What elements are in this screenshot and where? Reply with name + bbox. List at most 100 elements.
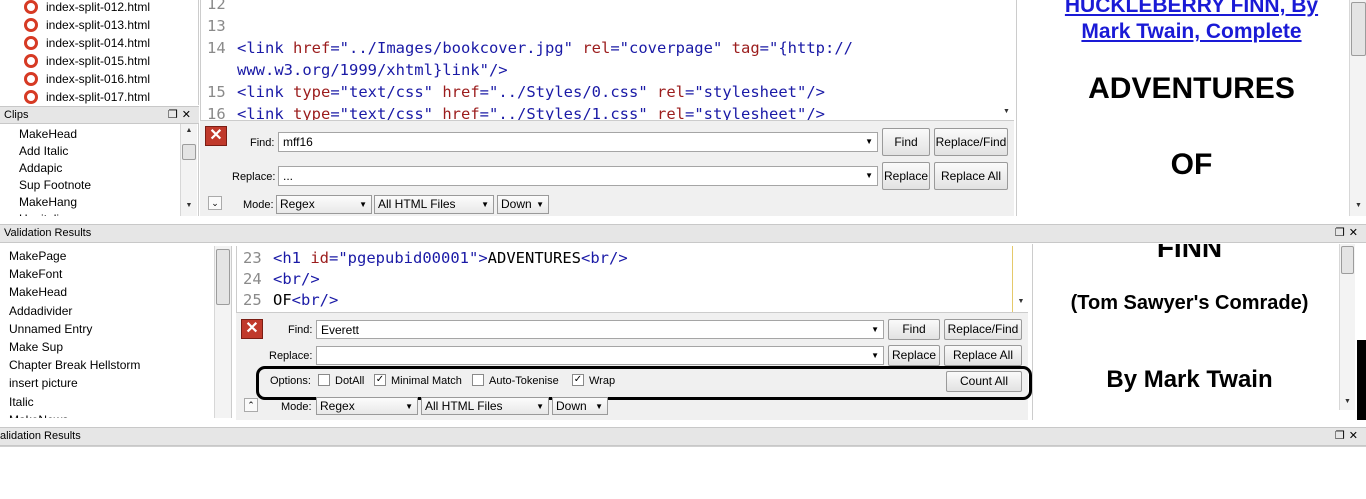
- close-find-icon[interactable]: ✕: [205, 126, 227, 146]
- clip-item[interactable]: Unnamed Entry: [9, 321, 92, 338]
- mode-select[interactable]: Regex ▼: [276, 195, 372, 214]
- clips-dock-buttons[interactable]: ❐✕: [168, 107, 195, 123]
- replace-input[interactable]: ... ▼: [278, 166, 878, 186]
- bottom-code-editor[interactable]: 23 <h1 id="pgepubid00001">ADVENTURES<br/>…: [236, 246, 1028, 312]
- file-list-item[interactable]: index-split-014.html: [0, 34, 199, 52]
- replace-input[interactable]: ▼: [316, 346, 884, 365]
- replace-all-button[interactable]: Replace All: [944, 345, 1022, 366]
- direction-select[interactable]: Down ▼: [552, 397, 608, 415]
- validation-dock-buttons-2[interactable]: ❐✕: [1335, 428, 1362, 444]
- scroll-down-arrow-icon[interactable]: ▼: [1340, 398, 1355, 405]
- scope-select[interactable]: All HTML Files ▼: [374, 195, 494, 214]
- chevron-down-icon[interactable]: ▼: [871, 347, 879, 365]
- scroll-thumb[interactable]: [1341, 246, 1354, 274]
- code-token: www.w3.org/1999/xhtml}link": [237, 61, 489, 79]
- clip-item[interactable]: MakeHead: [19, 126, 77, 143]
- clips-scrollbar[interactable]: ▲ ▼: [180, 124, 197, 216]
- scroll-down-arrow-icon[interactable]: ▼: [998, 108, 1014, 115]
- clip-item[interactable]: Hanitalic: [19, 211, 65, 216]
- clip-item[interactable]: MakeHang: [19, 194, 77, 211]
- find-input[interactable]: Everett ▼: [316, 320, 884, 339]
- code-token: =: [685, 105, 695, 120]
- close-icon[interactable]: ✕: [1349, 227, 1362, 239]
- replace-find-button[interactable]: Replace/Find: [934, 128, 1008, 156]
- clip-item[interactable]: Sup Footnote: [19, 177, 91, 194]
- file-list-item[interactable]: index-split-015.html: [0, 52, 199, 70]
- file-list-item[interactable]: index-split-016.html: [0, 70, 199, 88]
- clip-item[interactable]: insert picture: [9, 375, 78, 392]
- chevron-down-icon[interactable]: ▼: [481, 196, 489, 213]
- scroll-down-arrow-icon[interactable]: ▼: [181, 202, 197, 209]
- clip-item[interactable]: Make Sup: [9, 339, 63, 356]
- restore-icon[interactable]: ❐: [168, 109, 182, 121]
- mode-value: Regex: [320, 399, 355, 413]
- file-list-item[interactable]: index-split-013.html: [0, 16, 199, 34]
- code-line: 23 <h1 id="pgepubid00001">ADVENTURES<br/>: [243, 248, 628, 269]
- replace-find-button[interactable]: Replace/Find: [944, 319, 1022, 340]
- top-code-editor[interactable]: 12 13 14 <link href="../Images/bookcover.…: [200, 0, 1014, 120]
- replace-value: ...: [283, 169, 294, 183]
- dotall-checkbox[interactable]: [318, 374, 330, 386]
- code-token: rel: [657, 105, 685, 120]
- find-button[interactable]: Find: [882, 128, 930, 156]
- scroll-thumb[interactable]: [182, 144, 196, 160]
- mode-select[interactable]: Regex ▼: [316, 397, 418, 415]
- chevron-down-icon[interactable]: ▼: [536, 196, 544, 213]
- replace-all-button[interactable]: Replace All: [934, 162, 1008, 190]
- chevron-down-icon[interactable]: ▼: [536, 398, 544, 415]
- clip-item[interactable]: Add Italic: [19, 143, 68, 160]
- top-editor-scrollbar[interactable]: ▼: [998, 0, 1014, 120]
- scroll-down-arrow-icon[interactable]: ▼: [1350, 202, 1366, 209]
- code-token: ADVENTURES: [487, 249, 581, 267]
- clip-item[interactable]: MakeFont: [9, 266, 62, 283]
- html-file-icon: [24, 0, 38, 14]
- file-list-item[interactable]: index-split-017.html: [0, 88, 199, 106]
- chevron-down-icon[interactable]: ▼: [359, 196, 367, 213]
- code-token: "text/css": [339, 105, 433, 120]
- top-preview-scrollbar[interactable]: ▼: [1349, 0, 1366, 216]
- chevron-down-icon[interactable]: ▼: [865, 133, 873, 151]
- replace-button[interactable]: Replace: [888, 345, 940, 366]
- minimal-match-checkbox[interactable]: ✓: [374, 374, 386, 386]
- chevron-down-icon[interactable]: ▼: [595, 398, 603, 415]
- restore-icon[interactable]: ❐: [1335, 430, 1349, 442]
- scroll-up-arrow-icon[interactable]: ▲: [181, 127, 197, 134]
- scope-value: All HTML Files: [425, 399, 503, 413]
- clip-item[interactable]: Addadivider: [9, 303, 72, 320]
- book-title-link-line1[interactable]: HUCKLEBERRY FINN, By: [1017, 0, 1366, 18]
- count-all-button[interactable]: Count All: [946, 371, 1022, 392]
- clip-item[interactable]: Addapic: [19, 160, 62, 177]
- code-token: <br/>: [273, 270, 320, 288]
- clip-item[interactable]: MakePage: [9, 248, 66, 265]
- chevron-down-icon[interactable]: ▼: [865, 167, 873, 185]
- find-button[interactable]: Find: [888, 319, 940, 340]
- close-icon[interactable]: ✕: [182, 109, 195, 121]
- scroll-thumb[interactable]: [216, 249, 230, 305]
- scroll-thumb[interactable]: [1351, 2, 1366, 56]
- expand-icon[interactable]: ⌃: [244, 398, 258, 412]
- code-token: <link: [237, 105, 293, 120]
- wrap-checkbox[interactable]: ✓: [572, 374, 584, 386]
- clips2-scrollbar[interactable]: [214, 246, 231, 418]
- auto-tokenise-checkbox[interactable]: [472, 374, 484, 386]
- find-input[interactable]: mff16 ▼: [278, 132, 878, 152]
- clip-item[interactable]: Italic: [9, 394, 34, 411]
- close-icon[interactable]: ✕: [1349, 430, 1362, 442]
- direction-select[interactable]: Down ▼: [497, 195, 549, 214]
- bottom-preview-scrollbar[interactable]: ▼: [1339, 244, 1355, 410]
- chevron-down-icon[interactable]: ▼: [405, 398, 413, 415]
- replace-button[interactable]: Replace: [882, 162, 930, 190]
- clip-item[interactable]: MakeHead: [9, 284, 67, 301]
- chevron-down-icon[interactable]: ▼: [871, 321, 879, 339]
- clip-item[interactable]: MakeNews: [9, 412, 68, 418]
- preview-heading-of: OF: [1170, 148, 1213, 181]
- file-list-item[interactable]: index-split-012.html: [0, 0, 199, 16]
- book-title-link-line2[interactable]: Mark Twain, Complete: [1017, 20, 1366, 44]
- collapse-icon[interactable]: ⌄: [208, 196, 222, 210]
- validation-dock-buttons[interactable]: ❐✕: [1335, 225, 1362, 241]
- scope-select[interactable]: All HTML Files ▼: [421, 397, 549, 415]
- scroll-down-arrow-icon[interactable]: ▼: [1013, 298, 1028, 305]
- clip-item[interactable]: Chapter Break Hellstorm: [9, 357, 140, 374]
- restore-icon[interactable]: ❐: [1335, 227, 1349, 239]
- close-find-icon[interactable]: ✕: [241, 319, 263, 339]
